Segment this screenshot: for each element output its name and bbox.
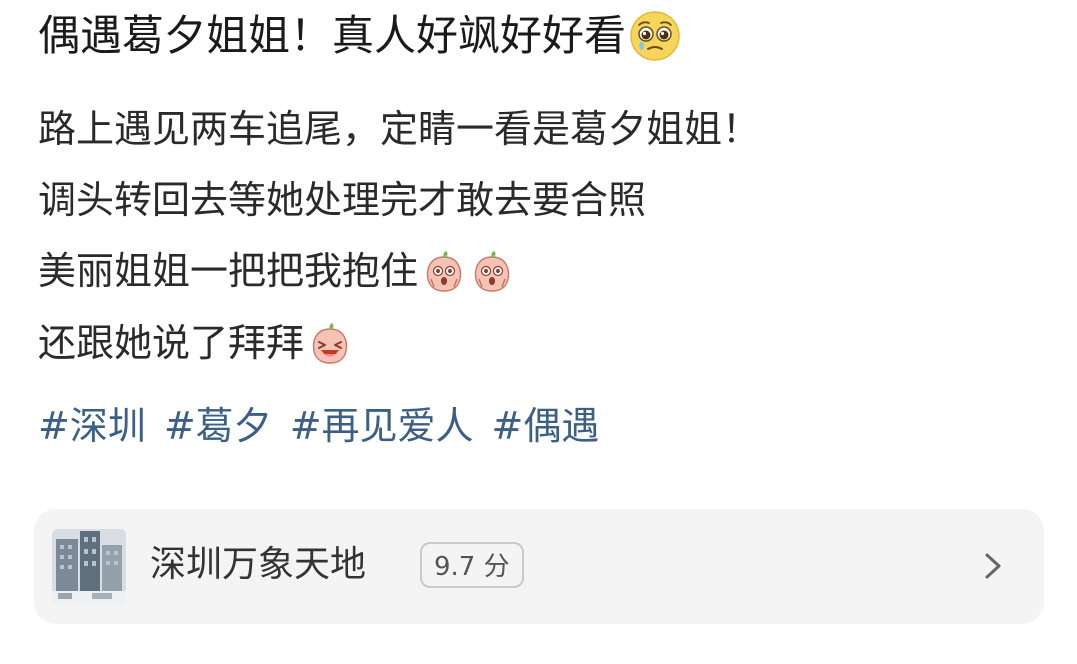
post-line-2-text: 调头转回去等她处理完才敢去要合照: [38, 178, 647, 222]
post-line-4: 还跟她说了拜拜: [38, 315, 352, 371]
post-line-4-text: 还跟她说了拜拜: [38, 321, 305, 365]
post-title: 偶遇葛夕姐姐！真人好飒好好看: [38, 6, 682, 66]
hashtag-list: #深圳 #葛夕 #再见爱人 #偶遇: [38, 398, 599, 454]
location-thumbnail: [52, 529, 126, 605]
location-name: 深圳万象天地: [150, 544, 367, 585]
peach-shocked-icon: [426, 251, 462, 292]
chevron-right-icon[interactable]: [984, 547, 1004, 585]
post-line-2: 调头转回去等她处理完才敢去要合照: [38, 172, 646, 228]
peach-shocked-icon: [474, 251, 510, 292]
hashtag-goodbye-lover[interactable]: #再见爱人: [290, 398, 474, 454]
post-line-3-text: 美丽姐姐一把把我抱住: [38, 249, 419, 293]
peach-laughing-icon: [312, 323, 348, 364]
pleading-face-icon: [630, 11, 680, 61]
location-rating-badge: 9.7 分: [420, 542, 524, 588]
post-line-1-text: 路上遇见两车追尾，定睛一看是葛夕姐姐！: [38, 107, 761, 151]
hashtag-shenzhen[interactable]: #深圳: [38, 398, 146, 454]
location-card[interactable]: 深圳万象天地 9.7 分: [34, 509, 1044, 624]
building-photo-icon: [52, 529, 126, 605]
post-line-3: 美丽姐姐一把把我抱住: [38, 243, 514, 299]
hashtag-encounter[interactable]: #偶遇: [492, 398, 600, 454]
post-line-1: 路上遇见两车追尾，定睛一看是葛夕姐姐！: [38, 101, 760, 157]
hashtag-gexi[interactable]: #葛夕: [164, 398, 272, 454]
post-title-text: 偶遇葛夕姐姐！真人好飒好好看: [38, 11, 627, 60]
